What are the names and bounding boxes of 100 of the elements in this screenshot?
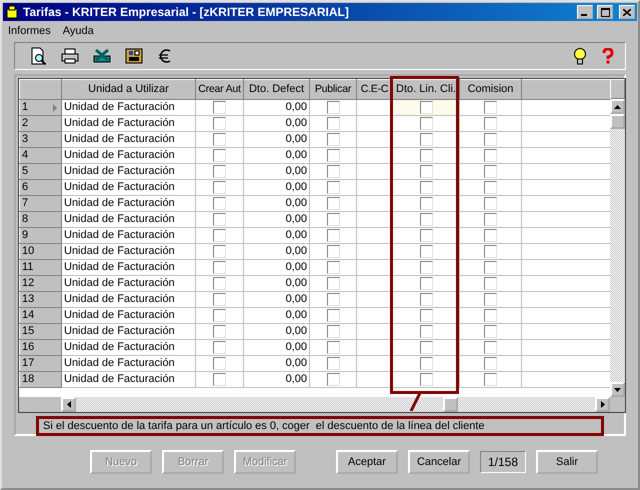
close-button[interactable] xyxy=(619,5,635,19)
menu-item[interactable]: Ayuda xyxy=(62,25,94,37)
checkbox[interactable] xyxy=(420,212,432,226)
checkbox[interactable] xyxy=(420,116,432,130)
checkbox[interactable] xyxy=(420,292,432,306)
checkbox[interactable] xyxy=(420,164,432,178)
maximize-button[interactable] xyxy=(597,5,613,19)
checkbox[interactable] xyxy=(420,132,432,146)
footer-button[interactable]: Aceptar xyxy=(336,450,398,474)
column-header[interactable]: Comision xyxy=(460,80,522,100)
checkbox[interactable] xyxy=(326,324,340,338)
checkbox[interactable] xyxy=(484,308,497,322)
checkbox[interactable] xyxy=(326,164,340,178)
checkbox[interactable] xyxy=(484,372,497,386)
checkbox[interactable] xyxy=(420,372,432,386)
checkbox[interactable] xyxy=(213,212,226,226)
checkbox[interactable] xyxy=(326,100,340,114)
checkbox[interactable] xyxy=(213,196,226,210)
checkbox[interactable] xyxy=(213,308,226,322)
checkbox[interactable] xyxy=(484,196,497,210)
scroll-right-button[interactable] xyxy=(595,397,610,412)
checkbox[interactable] xyxy=(213,116,226,130)
checkbox[interactable] xyxy=(484,116,497,130)
calculator-book-icon[interactable] xyxy=(125,48,143,64)
column-header[interactable]: Dto. Lin. Cli. xyxy=(392,80,460,100)
checkbox[interactable] xyxy=(213,356,226,370)
lightbulb-icon[interactable] xyxy=(573,47,587,65)
checkbox[interactable] xyxy=(213,244,226,258)
checkbox[interactable] xyxy=(420,148,432,162)
column-header[interactable]: Unidad a Utilizar xyxy=(62,80,196,100)
checkbox[interactable] xyxy=(326,132,340,146)
page-magnifier-icon[interactable] xyxy=(29,47,47,65)
checkbox[interactable] xyxy=(484,340,497,354)
checkbox[interactable] xyxy=(420,228,432,242)
checkbox[interactable] xyxy=(326,228,340,242)
checkbox[interactable] xyxy=(420,244,432,258)
checkbox[interactable] xyxy=(326,356,340,370)
checkbox[interactable] xyxy=(420,340,432,354)
checkbox[interactable] xyxy=(420,260,432,274)
scroll-left-button[interactable] xyxy=(61,397,76,412)
checkbox[interactable] xyxy=(484,276,497,290)
checkbox[interactable] xyxy=(213,100,226,114)
checkbox[interactable] xyxy=(213,228,226,242)
checkbox[interactable] xyxy=(484,260,497,274)
checkbox[interactable] xyxy=(484,180,497,194)
help-icon[interactable] xyxy=(601,48,615,64)
spreadsheet-x-icon[interactable] xyxy=(93,48,111,64)
checkbox[interactable] xyxy=(213,292,226,306)
checkbox[interactable] xyxy=(213,372,226,386)
checkbox[interactable] xyxy=(213,148,226,162)
checkbox[interactable] xyxy=(420,308,432,322)
checkbox[interactable] xyxy=(213,260,226,274)
checkbox[interactable] xyxy=(326,292,340,306)
scroll-thumb[interactable] xyxy=(443,397,458,412)
checkbox[interactable] xyxy=(484,164,497,178)
checkbox[interactable] xyxy=(420,356,432,370)
checkbox[interactable] xyxy=(326,260,340,274)
minimize-button[interactable] xyxy=(577,5,593,19)
checkbox[interactable] xyxy=(213,276,226,290)
horizontal-scrollbar[interactable] xyxy=(61,397,610,412)
euro-icon[interactable] xyxy=(157,48,173,64)
scroll-thumb[interactable] xyxy=(610,114,625,129)
checkbox[interactable] xyxy=(484,228,497,242)
checkbox[interactable] xyxy=(326,340,340,354)
checkbox[interactable] xyxy=(326,276,340,290)
checkbox[interactable] xyxy=(484,292,497,306)
checkbox[interactable] xyxy=(484,148,497,162)
column-header[interactable]: Publicar xyxy=(310,80,356,100)
checkbox[interactable] xyxy=(326,308,340,322)
checkbox[interactable] xyxy=(326,212,340,226)
vertical-scrollbar[interactable] xyxy=(610,99,625,397)
checkbox[interactable] xyxy=(326,196,340,210)
checkbox[interactable] xyxy=(213,340,226,354)
checkbox[interactable] xyxy=(326,244,340,258)
checkbox[interactable] xyxy=(484,212,497,226)
checkbox[interactable] xyxy=(326,372,340,386)
checkbox[interactable] xyxy=(213,132,226,146)
checkbox[interactable] xyxy=(326,116,340,130)
printer-icon[interactable] xyxy=(61,48,79,64)
checkbox[interactable] xyxy=(213,324,226,338)
column-header[interactable]: C.E-C xyxy=(356,80,392,100)
checkbox[interactable] xyxy=(326,148,340,162)
column-header[interactable]: Dto. Defect xyxy=(244,80,310,100)
scroll-down-button[interactable] xyxy=(610,382,625,397)
checkbox[interactable] xyxy=(213,180,226,194)
checkbox[interactable] xyxy=(484,244,497,258)
checkbox[interactable] xyxy=(326,180,340,194)
checkbox[interactable] xyxy=(484,100,497,114)
checkbox[interactable] xyxy=(484,324,497,338)
checkbox[interactable] xyxy=(484,132,497,146)
scroll-up-button[interactable] xyxy=(610,99,625,114)
footer-button[interactable]: Cancelar xyxy=(408,450,470,474)
menu-item[interactable]: Informes xyxy=(8,25,51,37)
checkbox[interactable] xyxy=(213,164,226,178)
checkbox[interactable] xyxy=(420,276,432,290)
column-header[interactable]: Crear Aut xyxy=(196,80,244,100)
checkbox[interactable] xyxy=(420,324,432,338)
footer-button[interactable]: Salir xyxy=(536,450,598,474)
checkbox[interactable] xyxy=(484,356,497,370)
checkbox[interactable] xyxy=(420,180,432,194)
